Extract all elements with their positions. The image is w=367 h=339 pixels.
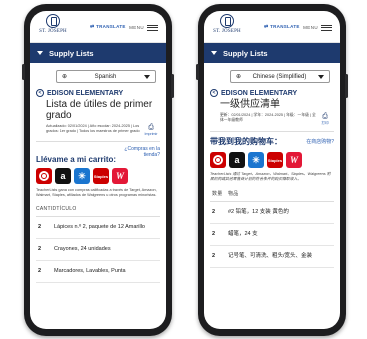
walmart-button[interactable]: ✳: [248, 152, 264, 168]
affiliate-note: TeacherLists 通过 Target、Amazon、Walmart、St…: [210, 172, 331, 181]
language-select[interactable]: ⊕ Chinese (Simplified): [230, 70, 330, 83]
table-row: 2 Lápices n.º 2, paquete de 12 Amarillo: [36, 217, 160, 239]
in-store-link[interactable]: ¿Compras en la tienda?: [122, 146, 160, 158]
school-heading: < EDISON ELEMENTARY: [36, 89, 166, 97]
seal-icon: [46, 14, 60, 28]
translate-icon: ⇄: [264, 24, 269, 30]
print-button[interactable]: ⎙ Imprimir: [142, 124, 160, 136]
table-row: 2 #2 铅笔，12 支装 黄色的: [210, 202, 334, 224]
amazon-button[interactable]: a: [55, 168, 71, 184]
top-bar: ST. JOSEPH ⇄ TRANSLATE MENU: [204, 11, 340, 43]
supply-lists-header[interactable]: Supply Lists: [30, 43, 166, 63]
back-arrow-icon[interactable]: <: [210, 89, 218, 97]
printer-icon: ⎙: [148, 124, 154, 131]
phone-spanish: ST. JOSEPH ⇄ TRANSLATE MENU Supply Lists…: [22, 4, 174, 336]
amazon-button[interactable]: a: [229, 152, 245, 168]
menu-button[interactable]: MENU: [303, 23, 332, 32]
staples-button[interactable]: Staples: [93, 168, 109, 184]
seal-icon: [220, 14, 234, 28]
school-logo[interactable]: ST. JOSEPH: [212, 14, 242, 34]
hamburger-icon: [321, 23, 332, 32]
chevron-down-icon: [37, 51, 43, 55]
table-header: 数量 物品: [210, 190, 334, 202]
list-meta: 更新：02/01/2024 | 学年：2024-2025 | 年级：一年级 | …: [220, 113, 316, 122]
back-arrow-icon[interactable]: <: [36, 89, 44, 97]
menu-button[interactable]: MENU: [129, 23, 158, 32]
walmart-button[interactable]: ✳: [74, 168, 90, 184]
table-row: 2 Crayones, 24 unidades: [36, 239, 160, 261]
dropdown-arrow-icon: [318, 74, 324, 79]
mockup-stage: ST. JOSEPH ⇄ TRANSLATE MENU Supply Lists…: [0, 0, 367, 339]
translate-link[interactable]: ⇄ TRANSLATE: [90, 24, 126, 30]
table-row: 2 蜡笔，24 支: [210, 224, 334, 246]
list-title: Lista de útiles de primer grado: [46, 99, 153, 121]
in-store-link[interactable]: 在商店购物?: [306, 139, 334, 145]
school-heading: < EDISON ELEMENTARY: [210, 89, 340, 97]
top-bar: ST. JOSEPH ⇄ TRANSLATE MENU: [30, 11, 166, 43]
walgreens-button[interactable]: W: [112, 168, 128, 184]
store-buttons: a ✳ Staples W: [36, 168, 160, 184]
globe-icon: ⊕: [62, 74, 68, 80]
phone-screen: ST. JOSEPH ⇄ TRANSLATE MENU Supply Lists…: [30, 11, 166, 329]
translate-icon: ⇄: [90, 24, 95, 30]
list-meta: Actualizado: 02/01/2024 | Año escolar: 2…: [46, 124, 140, 133]
phone-screen: ST. JOSEPH ⇄ TRANSLATE MENU Supply Lists…: [204, 11, 340, 329]
chevron-down-icon: [211, 51, 217, 55]
affiliate-note: TeacherLists gana con compras calificada…: [36, 188, 157, 197]
walgreens-button[interactable]: W: [286, 152, 302, 168]
hamburger-icon: [147, 23, 158, 32]
globe-icon: ⊕: [236, 74, 242, 80]
take-me-heading: 带我到我的购物车：: [210, 137, 282, 146]
translate-link[interactable]: ⇄ TRANSLATE: [264, 24, 300, 30]
target-button[interactable]: [210, 152, 226, 168]
dropdown-arrow-icon: [144, 74, 150, 79]
phone-chinese: ST. JOSEPH ⇄ TRANSLATE MENU Supply Lists…: [196, 4, 348, 336]
table-row: 2 Marcadores, Lavables, Punta: [36, 261, 160, 283]
staples-button[interactable]: Staples: [267, 152, 283, 168]
printer-icon: ⎙: [322, 113, 328, 120]
school-logo[interactable]: ST. JOSEPH: [38, 14, 68, 34]
print-button[interactable]: ⎙ 打印: [316, 113, 334, 126]
language-select[interactable]: ⊕ Spanish: [56, 70, 156, 83]
table-row: 2 记号笔、可清洗、粗头/宽头、金装: [210, 246, 334, 268]
target-logo-icon: [213, 155, 223, 165]
table-header: CANTIDTÍCULO: [36, 206, 160, 217]
supply-lists-header[interactable]: Supply Lists: [204, 43, 340, 63]
list-title: 一级供应清单: [220, 99, 280, 110]
target-button[interactable]: [36, 168, 52, 184]
take-me-heading: Llévame a mi carrito:: [36, 155, 117, 164]
store-buttons: a ✳ Staples W: [210, 152, 334, 168]
target-logo-icon: [39, 171, 49, 181]
